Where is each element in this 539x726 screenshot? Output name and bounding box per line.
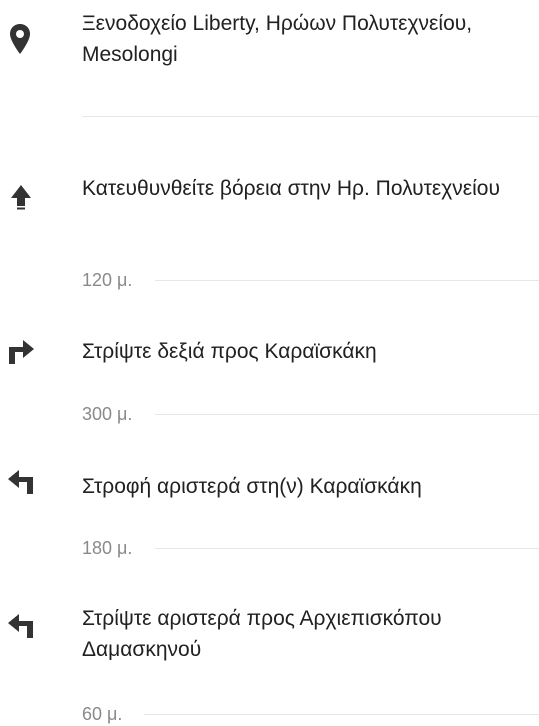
location-pin-icon (9, 23, 31, 55)
step-distance: 60 μ. (82, 704, 123, 724)
divider (155, 548, 539, 549)
straight-up-arrow-icon (6, 182, 36, 212)
turn-left-arrow-icon (6, 464, 36, 494)
divider (155, 280, 539, 281)
step-distance: 300 μ. (82, 404, 133, 424)
origin-address: Ξενοδοχείο Liberty, Ηρώων Πολυτεχνείου, … (82, 12, 473, 66)
direction-step[interactable]: Στρίψτε δεξιά προς Καραϊσκάκη 300 μ. (0, 334, 539, 424)
turn-left-arrow-icon (6, 608, 36, 638)
step-instruction: Στρίψτε αριστερά προς Αρχιεπισκόπου Δαμα… (82, 607, 442, 661)
direction-step[interactable]: Κατευθυνθείτε βόρεια στην Ηρ. Πολυτεχνεί… (0, 170, 539, 290)
direction-step[interactable]: Στρίψτε αριστερά προς Αρχιεπισκόπου Δαμα… (0, 603, 539, 724)
divider (155, 414, 539, 415)
divider (144, 714, 539, 715)
divider (82, 116, 539, 117)
step-instruction: Στροφή αριστερά στη(ν) Καραϊσκάκη (82, 475, 422, 498)
step-distance-row: 60 μ. (82, 702, 539, 726)
direction-step[interactable]: Στροφή αριστερά στη(ν) Καραϊσκάκη 180 μ. (0, 470, 539, 560)
origin-row[interactable]: Ξενοδοχείο Liberty, Ηρώων Πολυτεχνείου, … (0, 0, 539, 118)
step-distance: 180 μ. (82, 538, 133, 558)
turn-right-arrow-icon (6, 334, 36, 364)
step-distance-row: 180 μ. (82, 536, 539, 560)
step-instruction: Κατευθυνθείτε βόρεια στην Ηρ. Πολυτεχνεί… (82, 177, 500, 200)
step-distance-row: 120 μ. (82, 268, 539, 292)
step-distance-row: 300 μ. (82, 402, 539, 426)
step-distance: 120 μ. (82, 270, 133, 290)
step-instruction: Στρίψτε δεξιά προς Καραϊσκάκη (82, 340, 377, 363)
